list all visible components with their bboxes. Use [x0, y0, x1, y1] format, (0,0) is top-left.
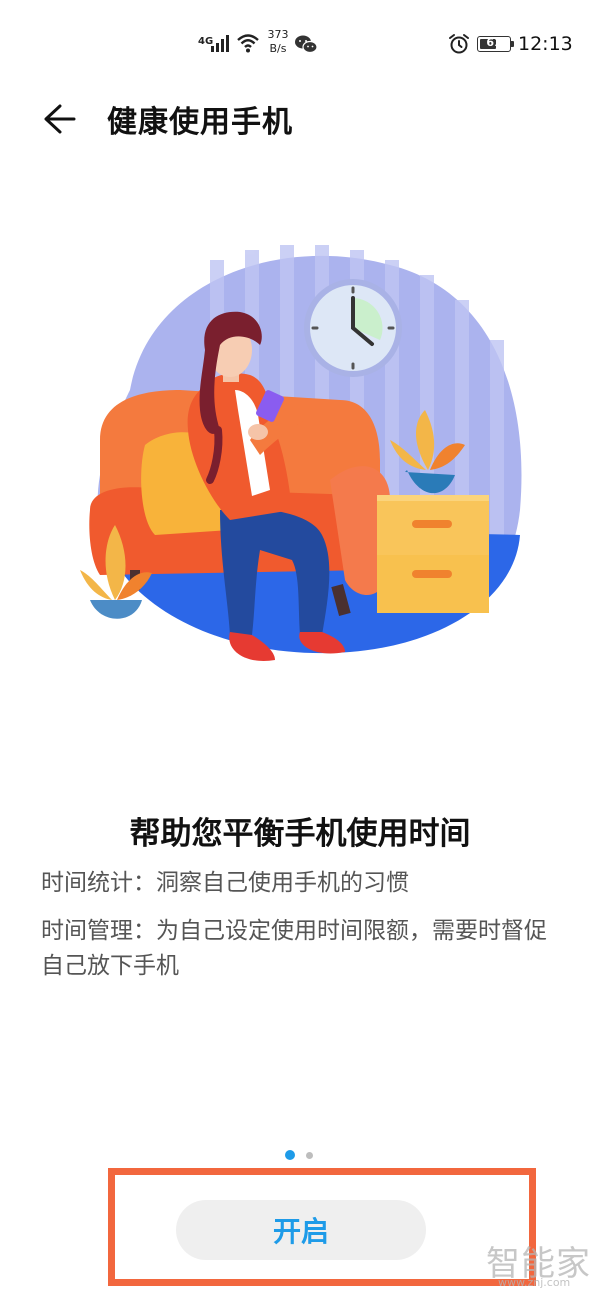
headline: 帮助您平衡手机使用时间 — [129, 816, 471, 852]
back-arrow-icon[interactable] — [40, 100, 78, 138]
alarm-icon — [449, 34, 469, 54]
description-time-stats: 时间统计：洞察自己使用手机的习惯 — [41, 870, 409, 896]
page-title: 健康使用手机 — [107, 105, 293, 140]
network-speed: 373 B/s — [267, 28, 289, 55]
start-button[interactable]: 开启 — [176, 1200, 426, 1260]
battery-tip — [511, 41, 514, 47]
status-bar: 4G 373 B/s 61 12:13 — [0, 0, 600, 90]
clock-time: 12:13 — [518, 33, 573, 55]
wifi-icon — [237, 34, 259, 53]
battery-level: 61 — [486, 36, 502, 49]
page-indicator-dot-1 — [285, 1150, 295, 1160]
wellbeing-illustration — [80, 245, 522, 661]
watermark-url: www.znj.com — [498, 1276, 571, 1289]
signal-icon — [211, 35, 229, 52]
battery-icon: 61 — [477, 36, 511, 52]
wechat-icon — [295, 35, 318, 54]
description-time-management: 时间管理：为自己设定使用时间限额，需要时督促自己放下手机 — [41, 918, 547, 979]
page-indicator-dot-2 — [306, 1152, 313, 1159]
